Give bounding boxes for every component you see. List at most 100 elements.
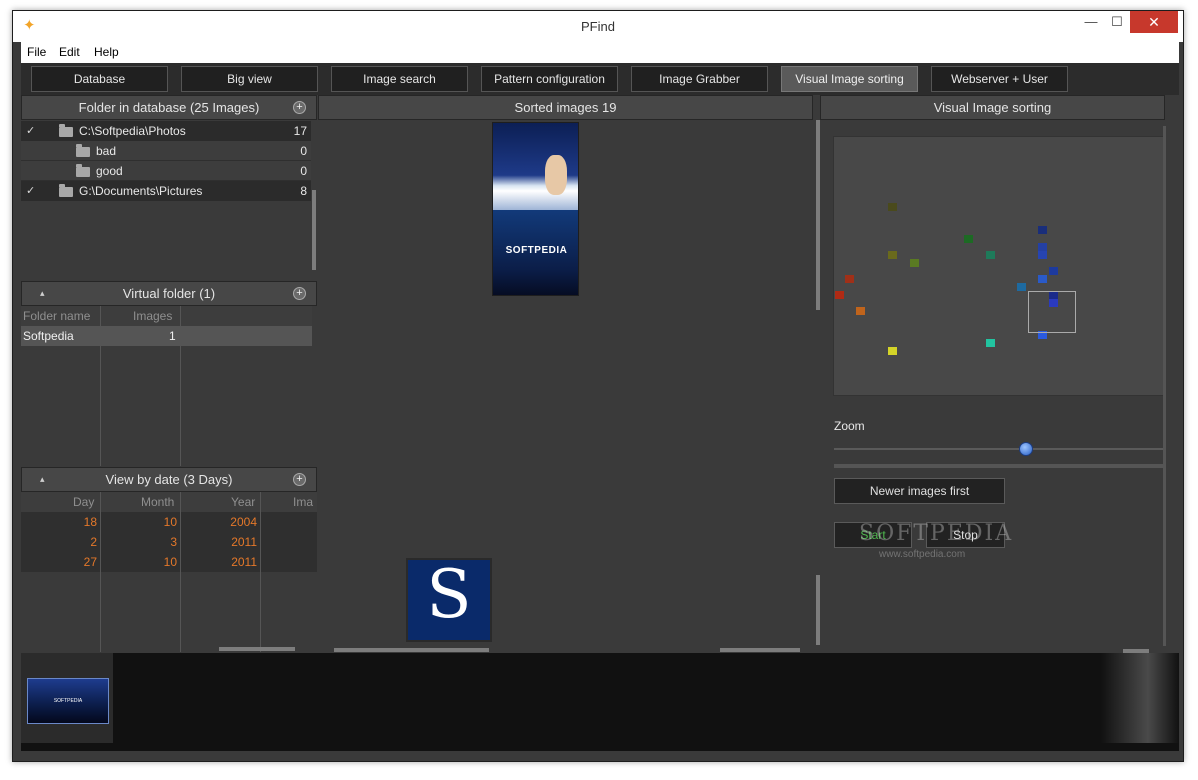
thumbnail-letter: S bbox=[426, 558, 472, 633]
folder-tree: ✓ C:\Softpedia\Photos 17 bad 0 good 0 ✓ … bbox=[21, 120, 317, 280]
table-row[interactable]: 27 10 2011 bbox=[21, 552, 317, 572]
map-selection-box[interactable] bbox=[1028, 291, 1076, 333]
map-point[interactable] bbox=[888, 251, 897, 259]
tree-row-count: 0 bbox=[300, 164, 307, 178]
map-point[interactable] bbox=[986, 251, 995, 259]
close-button[interactable]: ✕ bbox=[1130, 11, 1178, 33]
zoom-slider-track[interactable] bbox=[834, 448, 1165, 450]
table-row[interactable]: 2 3 2011 bbox=[21, 532, 317, 552]
column-folder-name[interactable]: Folder name bbox=[23, 306, 90, 326]
view-by-date-table: Day Month Year Ima 18 10 2004 2 3 2011 2… bbox=[21, 492, 317, 652]
tree-row-count: 17 bbox=[293, 124, 307, 138]
table-row[interactable]: Softpedia 1 bbox=[21, 326, 312, 346]
map-point[interactable] bbox=[1049, 267, 1058, 275]
filmstrip: SOFTPEDIA bbox=[21, 653, 1179, 751]
add-date-icon[interactable]: + bbox=[293, 473, 306, 486]
visual-sorting-header: Visual Image sorting bbox=[820, 95, 1165, 120]
check-icon[interactable]: ✓ bbox=[26, 121, 35, 141]
date-day: 27 bbox=[83, 555, 97, 569]
folder-icon bbox=[76, 144, 90, 157]
view-by-date-header: ▴▾ View by date (3 Days) + bbox=[21, 467, 317, 507]
column-divider bbox=[100, 306, 101, 466]
folder-panel-title: Folder in database (25 Images) bbox=[78, 100, 260, 115]
date-day: 2 bbox=[90, 535, 97, 549]
virtual-folder-count: 1 bbox=[169, 329, 176, 343]
tree-row-good[interactable]: good 0 bbox=[21, 161, 311, 181]
folder-icon bbox=[76, 164, 90, 177]
filmstrip-thumbnail-text: SOFTPEDIA bbox=[53, 698, 83, 704]
virtual-folder-columns: Folder name Images bbox=[21, 306, 312, 326]
tab-visual-image-sorting[interactable]: Visual Image sorting bbox=[781, 66, 918, 92]
menu-file[interactable]: File bbox=[27, 45, 46, 59]
map-point[interactable] bbox=[888, 347, 897, 355]
folder-panel-header: Folder in database (25 Images) + bbox=[21, 95, 317, 120]
visual-scrollbar[interactable] bbox=[1163, 126, 1166, 646]
maximize-button[interactable]: ☐ bbox=[1104, 11, 1130, 33]
column-images[interactable]: Ima bbox=[293, 492, 313, 512]
tab-webserver-user[interactable]: Webserver + User bbox=[931, 66, 1068, 92]
add-virtual-folder-icon[interactable]: + bbox=[293, 287, 306, 300]
tree-row-count: 0 bbox=[300, 144, 307, 158]
add-folder-icon[interactable]: + bbox=[293, 101, 306, 114]
sorted-scrollbar-h-left[interactable] bbox=[334, 648, 489, 652]
map-point[interactable] bbox=[835, 291, 844, 299]
date-month: 10 bbox=[163, 555, 177, 569]
column-divider bbox=[180, 492, 181, 652]
tab-big-view[interactable]: Big view bbox=[181, 66, 318, 92]
tab-database[interactable]: Database bbox=[31, 66, 168, 92]
map-point[interactable] bbox=[1038, 251, 1047, 259]
sorted-images-title: Sorted images 19 bbox=[514, 100, 617, 115]
newer-images-first-button[interactable]: Newer images first bbox=[834, 478, 1005, 504]
map-point[interactable] bbox=[910, 259, 919, 267]
virtual-folder-table: Folder name Images Softpedia 1 bbox=[21, 306, 317, 466]
zoom-scrollbar[interactable] bbox=[834, 464, 1165, 468]
filmstrip-edge bbox=[1101, 653, 1179, 743]
title-bar: ✦ PFind — ☐ ✕ bbox=[13, 11, 1183, 42]
map-point[interactable] bbox=[1038, 243, 1047, 251]
menu-help[interactable]: Help bbox=[94, 45, 119, 59]
column-divider bbox=[180, 306, 181, 466]
virtual-folder-name: Softpedia bbox=[23, 329, 74, 343]
menu-edit[interactable]: Edit bbox=[59, 45, 80, 59]
filmstrip-thumbnail[interactable]: SOFTPEDIA bbox=[27, 678, 109, 724]
folder-icon bbox=[59, 124, 73, 137]
tree-row-photos[interactable]: ✓ C:\Softpedia\Photos 17 bbox=[21, 121, 311, 141]
check-icon[interactable]: ✓ bbox=[26, 181, 35, 201]
zoom-slider-knob[interactable] bbox=[1019, 442, 1033, 456]
folder-scrollbar[interactable] bbox=[312, 190, 316, 270]
watermark-logo: SOFTPEDIA bbox=[859, 521, 1014, 546]
map-point[interactable] bbox=[856, 307, 865, 315]
column-day[interactable]: Day bbox=[73, 492, 94, 512]
column-images[interactable]: Images bbox=[133, 306, 172, 326]
image-thumbnail[interactable]: S bbox=[406, 558, 492, 642]
sorted-scrollbar-h-right[interactable] bbox=[720, 648, 800, 652]
map-point[interactable] bbox=[1038, 275, 1047, 283]
window-title: PFind bbox=[581, 19, 615, 34]
map-point[interactable] bbox=[1038, 226, 1047, 234]
column-month[interactable]: Month bbox=[141, 492, 174, 512]
table-row[interactable]: 18 10 2004 bbox=[21, 512, 317, 532]
similarity-map[interactable] bbox=[833, 136, 1165, 396]
map-point[interactable] bbox=[964, 235, 973, 243]
map-point[interactable] bbox=[986, 339, 995, 347]
date-year: 2004 bbox=[230, 515, 257, 529]
column-divider bbox=[100, 492, 101, 652]
minimize-button[interactable]: — bbox=[1078, 11, 1104, 33]
tab-image-search[interactable]: Image search bbox=[331, 66, 468, 92]
column-year[interactable]: Year bbox=[231, 492, 255, 512]
tree-row-count: 8 bbox=[300, 184, 307, 198]
tree-row-bad[interactable]: bad 0 bbox=[21, 141, 311, 161]
tree-row-pictures[interactable]: ✓ G:\Documents\Pictures 8 bbox=[21, 181, 311, 201]
map-point[interactable] bbox=[888, 203, 897, 211]
date-scrollbar[interactable] bbox=[219, 647, 295, 651]
sorted-images-area: SOFTPEDIA S bbox=[318, 120, 820, 653]
thumbnail-figure bbox=[545, 155, 567, 195]
image-thumbnail[interactable]: SOFTPEDIA bbox=[492, 122, 579, 296]
tab-pattern-configuration[interactable]: Pattern configuration bbox=[481, 66, 618, 92]
map-point[interactable] bbox=[1017, 283, 1026, 291]
tree-row-label: G:\Documents\Pictures bbox=[79, 184, 203, 198]
tab-image-grabber[interactable]: Image Grabber bbox=[631, 66, 768, 92]
map-point[interactable] bbox=[845, 275, 854, 283]
sorted-images-header: Sorted images 19 bbox=[318, 95, 813, 120]
main-toolbar: Database Big view Image search Pattern c… bbox=[21, 63, 1179, 95]
